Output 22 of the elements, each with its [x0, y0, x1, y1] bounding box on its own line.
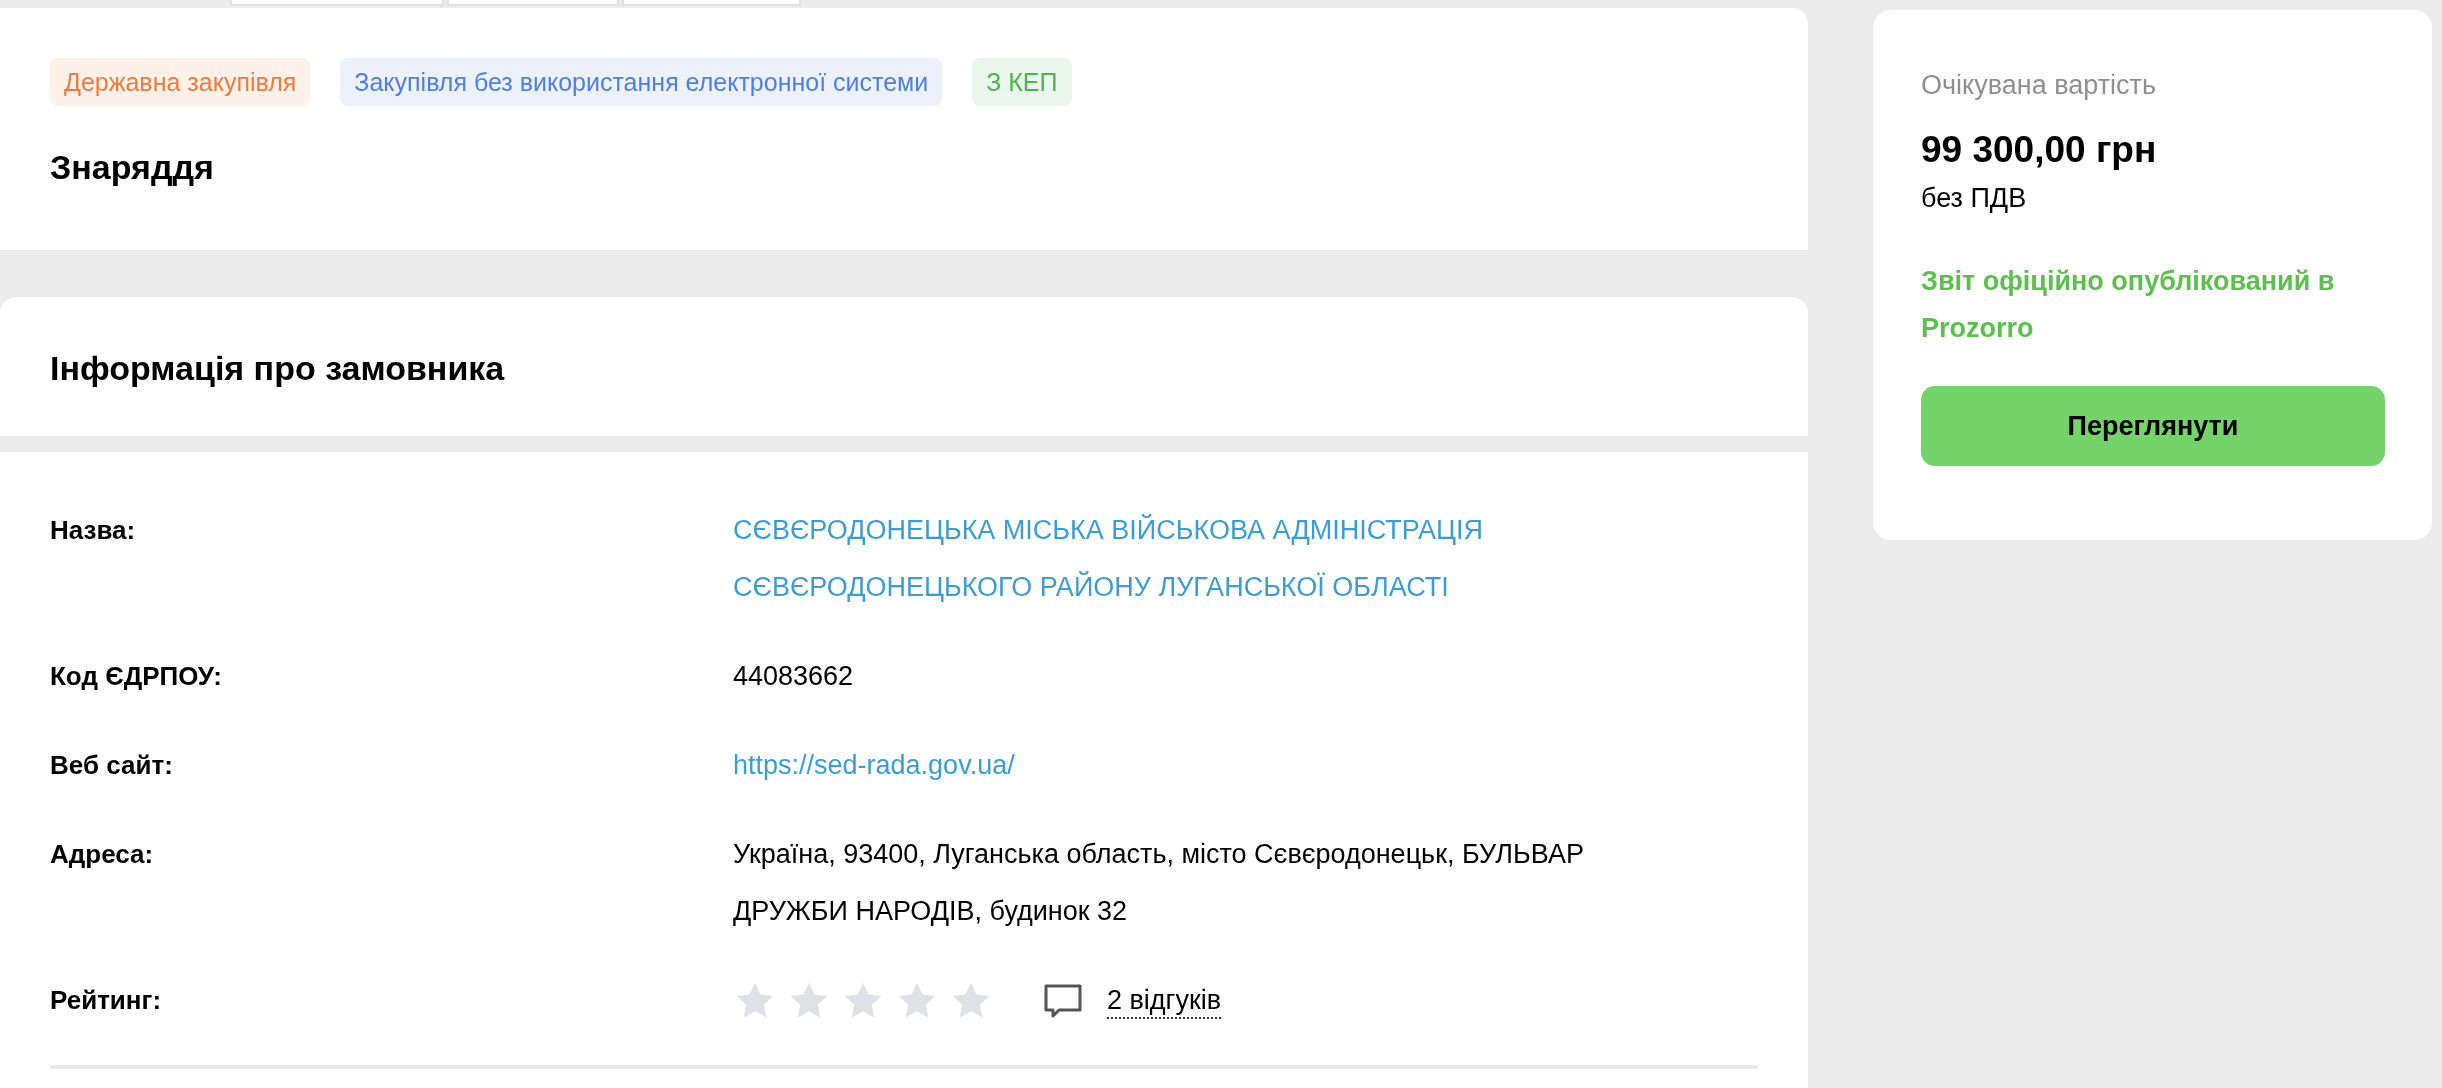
view-button[interactable]: Переглянути [1921, 386, 2385, 466]
tag: Державна закупівля [50, 58, 311, 106]
tab-edge[interactable] [622, 0, 801, 6]
field-value: 44083662 [733, 660, 855, 693]
field-label: Адреса: [50, 838, 155, 871]
reviews-link[interactable]: 2 відгуків [1107, 982, 1222, 1019]
tag: З КЕП [972, 58, 1072, 106]
vat-note: без ПДВ [1921, 183, 2028, 214]
tab-edge[interactable] [230, 0, 445, 6]
price-amount: 99 300,00 грн [1921, 129, 2158, 171]
procurement-title: Знаряддя [50, 148, 215, 187]
field-label: Рейтинг: [50, 984, 163, 1017]
field-label: Веб сайт: [50, 749, 174, 782]
comment-icon [1043, 982, 1083, 1019]
price-label: Очікувана вартість [1921, 70, 2157, 101]
tag: Закупівля без використання електронної системи [340, 58, 943, 106]
tab-edge[interactable] [447, 0, 620, 6]
field-label: Назва: [50, 514, 137, 547]
field-value: Україна, 93400, Луганська область, місто Сєвєродонецьк, БУЛЬВАР ДРУЖБИ НАРОДІВ, будинок 32 [733, 838, 1585, 928]
status-text: Звіт офіційно опублікований в Prozorro [1921, 265, 2336, 345]
field-label: Код ЄДРПОУ: [50, 660, 223, 693]
section-heading: Інформація про замовника [0, 297, 1808, 436]
